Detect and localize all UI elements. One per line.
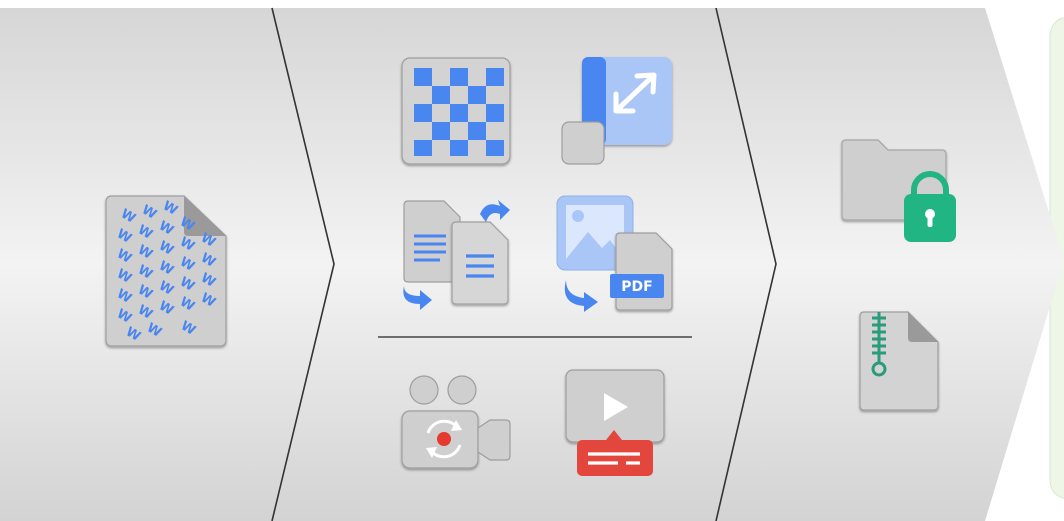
checkerboard-watermark-icon [401, 57, 511, 165]
watermarked-document-icon: W W W W W W W W W W W W W W W W W W W W … [105, 195, 227, 347]
video-subtitle-icon [565, 369, 665, 476]
pdf-badge-label: PDF [621, 279, 652, 295]
workflow-diagram: W W W W W W W W W W W W W W W W W W W W … [0, 0, 1064, 521]
workflow-diagram-canvas: W W W W W W W W W W W W W W W W W W W W … [0, 7, 1064, 521]
